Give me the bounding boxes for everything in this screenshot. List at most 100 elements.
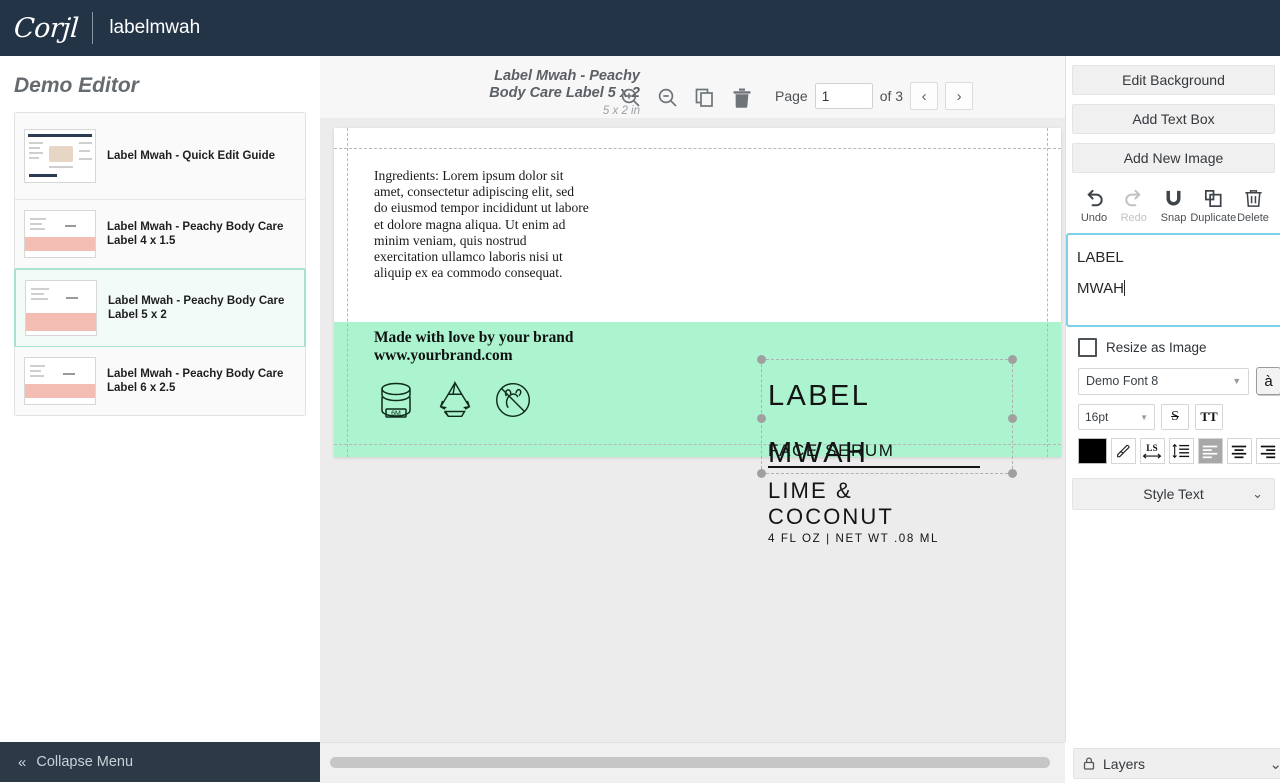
page-label: Page <box>775 88 808 104</box>
document-thumbnail <box>24 129 96 183</box>
object-actions-row: Undo Redo Snap Duplicate Delete <box>1066 173 1280 230</box>
undo-button[interactable]: Undo <box>1076 187 1112 224</box>
horizontal-scrollbar-thumb[interactable] <box>330 757 1050 768</box>
product-line-1: LIME & <box>768 478 853 503</box>
header-divider <box>92 12 94 44</box>
resize-handle-bottom-left[interactable] <box>757 469 766 478</box>
right-panel: Edit Background Add Text Box Add New Ima… <box>1065 56 1280 742</box>
double-chevron-left-icon: « <box>18 753 27 771</box>
sidebar-item-label: Label Mwah - Peachy Body Care Label 6 x … <box>107 367 284 394</box>
resize-handle-top-left[interactable] <box>757 355 766 364</box>
layers-panel-toggle[interactable]: Layers ⌄ <box>1073 748 1280 779</box>
chevron-down-icon: ▼ <box>1140 412 1148 422</box>
align-right-icon <box>1261 445 1276 459</box>
ingredients-text[interactable]: Ingredients: Lorem ipsum dolor sit amet,… <box>374 168 589 281</box>
text-editor-line-2: MWAH <box>1077 279 1125 297</box>
eyedropper-icon <box>1117 444 1130 458</box>
duplicate-icon[interactable] <box>689 82 721 114</box>
text-content-textarea[interactable]: LABEL MWAH <box>1066 233 1280 327</box>
sidebar: Demo Editor Label Mwah - Quick Edit Guid… <box>0 56 321 742</box>
resize-handle-bottom-right[interactable] <box>1008 469 1017 478</box>
font-size-value: 16pt <box>1085 410 1109 424</box>
sidebar-item-peachy-6x25[interactable]: Label Mwah - Peachy Body Care Label 6 x … <box>15 347 305 415</box>
align-center-icon <box>1232 445 1247 459</box>
font-size-select[interactable]: 16pt ▼ <box>1078 404 1155 430</box>
redo-icon <box>1125 189 1141 207</box>
next-page-button[interactable]: › <box>945 82 974 110</box>
add-new-image-button[interactable]: Add New Image <box>1072 143 1275 173</box>
horizontal-scrollbar-track[interactable] <box>320 742 1065 783</box>
brand-text[interactable]: Made with love by your brand www.yourbra… <box>374 329 634 366</box>
corjl-logo[interactable]: Corjl <box>13 13 79 44</box>
resize-as-image-checkbox[interactable] <box>1078 338 1097 357</box>
uppercase-button[interactable]: TT <box>1195 404 1223 430</box>
collapse-menu-label: Collapse Menu <box>36 754 134 770</box>
page-total-label: of 3 <box>879 88 904 104</box>
bleed-guide-left <box>347 128 348 457</box>
prev-page-button[interactable]: ‹ <box>910 82 939 110</box>
font-row: Demo Font 8 ▼ à <box>1066 357 1280 395</box>
align-center-button[interactable] <box>1226 438 1252 464</box>
sidebar-item-quick-edit-guide[interactable]: Label Mwah - Quick Edit Guide <box>15 113 305 200</box>
page-input[interactable] <box>814 83 873 109</box>
label-canvas[interactable]: Ingredients: Lorem ipsum dolor sit amet,… <box>334 128 1061 545</box>
document-thumbnail <box>24 357 96 405</box>
accent-character-button[interactable]: à <box>1256 367 1280 395</box>
text-caret <box>1123 279 1125 296</box>
brand-line-1: Made with love by your brand <box>374 329 574 346</box>
net-weight-text[interactable]: 4 FL OZ | NET WT .08 ML <box>768 532 939 545</box>
resize-handle-middle-left[interactable] <box>757 414 766 423</box>
brand-line-2: www.yourbrand.com <box>374 347 513 365</box>
trash-icon <box>1244 190 1262 207</box>
resize-as-image-row[interactable]: Resize as Image <box>1066 327 1280 357</box>
redo-button[interactable]: Redo <box>1116 187 1152 224</box>
snap-label: Snap <box>1160 212 1187 224</box>
strikethrough-label: S <box>1171 409 1179 424</box>
text-color-swatch[interactable] <box>1078 438 1107 464</box>
trash-icon[interactable] <box>726 82 758 114</box>
document-list: Label Mwah - Quick Edit Guide Label Mwah… <box>14 112 306 416</box>
chevron-down-icon: ⌄ <box>1252 486 1263 501</box>
eyedropper-button[interactable] <box>1110 438 1136 464</box>
align-right-button[interactable] <box>1255 438 1280 464</box>
font-family-value: Demo Font 8 <box>1086 374 1159 388</box>
selected-text-line-1: LABEL <box>768 380 871 412</box>
product-line-2: COCONUT <box>768 503 894 529</box>
snap-button[interactable]: Snap <box>1156 187 1192 224</box>
zoom-in-icon[interactable] <box>615 82 647 114</box>
cruelty-free-icon <box>495 382 531 418</box>
document-thumbnail <box>24 210 96 258</box>
collapse-menu-button[interactable]: « Collapse Menu <box>0 742 320 782</box>
selected-text-object[interactable]: LABEL MWAH <box>768 368 870 481</box>
strikethrough-button[interactable]: S <box>1161 404 1189 430</box>
selected-text-line-2: MWAH <box>768 436 869 469</box>
canvas-area[interactable]: Ingredients: Lorem ipsum dolor sit amet,… <box>320 118 1065 742</box>
style-text-button[interactable]: Style Text ⌄ <box>1072 478 1275 510</box>
edit-background-button[interactable]: Edit Background <box>1072 65 1275 95</box>
letter-spacing-button[interactable]: LS <box>1139 438 1165 464</box>
line-height-button[interactable] <box>1168 438 1194 464</box>
document-thumbnail <box>25 280 97 336</box>
undo-icon <box>1086 189 1103 207</box>
app-header: Corjl labelmwah <box>0 0 1280 56</box>
delete-button[interactable]: Delete <box>1235 187 1271 224</box>
align-left-icon <box>1203 445 1218 459</box>
magnet-icon <box>1166 190 1181 206</box>
product-name-text[interactable]: LIME & COCONUT <box>768 478 894 529</box>
duplicate-button[interactable]: Duplicate <box>1190 187 1236 224</box>
font-family-select[interactable]: Demo Font 8 ▼ <box>1078 367 1250 395</box>
font-size-row: 16pt ▼ S TT <box>1066 395 1280 430</box>
resize-handle-top-right[interactable] <box>1008 355 1017 364</box>
resize-as-image-label: Resize as Image <box>1106 340 1207 355</box>
resize-handle-middle-right[interactable] <box>1008 414 1017 423</box>
zoom-out-icon[interactable] <box>652 82 684 114</box>
align-left-button[interactable] <box>1197 438 1223 464</box>
care-symbols-group[interactable]: 6M <box>372 376 536 424</box>
sidebar-item-label: Label Mwah - Peachy Body Care Label 5 x … <box>108 294 285 321</box>
lock-icon <box>1083 757 1095 770</box>
add-text-box-button[interactable]: Add Text Box <box>1072 104 1275 134</box>
sidebar-item-peachy-5x2[interactable]: Label Mwah - Peachy Body Care Label 5 x … <box>14 268 306 348</box>
style-text-label: Style Text <box>1143 486 1204 502</box>
period-after-opening-icon: 6M <box>381 382 411 418</box>
sidebar-item-peachy-4x15[interactable]: Label Mwah - Peachy Body Care Label 4 x … <box>15 200 305 269</box>
